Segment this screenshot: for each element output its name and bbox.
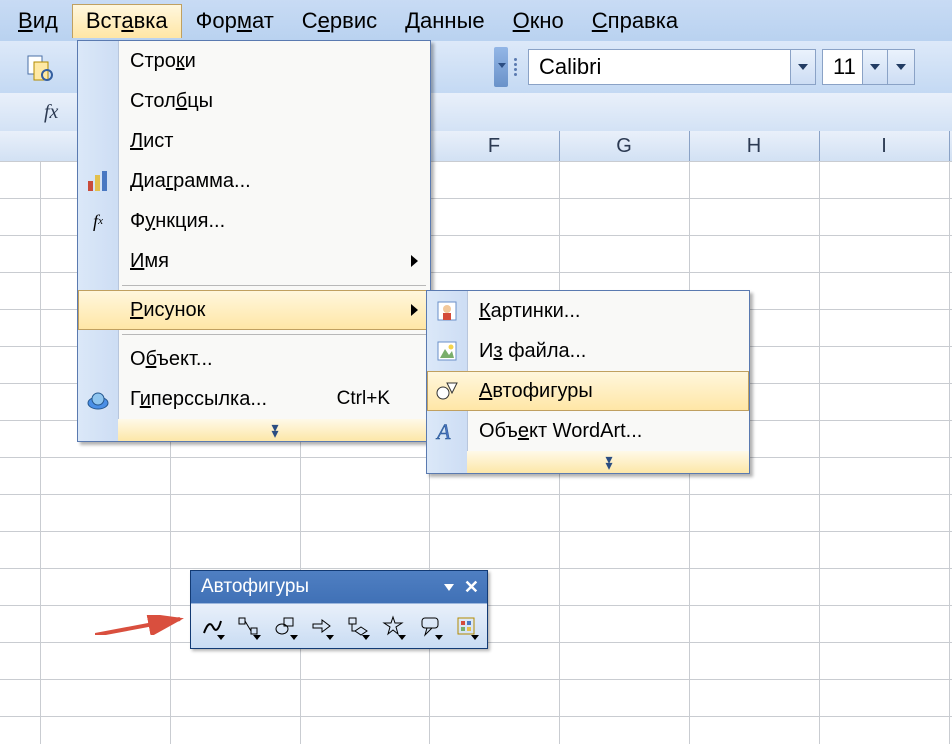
menuitem-picture-label: Рисунок	[130, 299, 205, 322]
menu-format-label: Формат	[196, 8, 274, 33]
autoshapes-more-button[interactable]	[451, 610, 481, 642]
menuitem-object-label: Объект...	[130, 348, 213, 371]
menu-window[interactable]: Окно	[499, 4, 578, 38]
submenu-from-file[interactable]: Из файла...	[427, 331, 749, 371]
menuitem-name-label: Имя	[130, 250, 169, 273]
insert-menu-dropdown: Строки Столбцы Лист Диаграмма... fx Функ…	[77, 40, 431, 442]
font-name-dropdown-icon[interactable]	[790, 50, 815, 84]
menuitem-function-label: Функция...	[130, 210, 225, 233]
picture-submenu: Картинки... Из файла... Автофигуры A Объ…	[426, 290, 750, 474]
menu-tools-label: Сервис	[302, 8, 377, 33]
image-file-icon	[431, 335, 463, 367]
function-icon: fx	[82, 205, 114, 237]
menuitem-sheet-label: Лист	[130, 130, 173, 153]
menuitem-hyperlink[interactable]: Гиперссылка... Ctrl+K	[78, 379, 430, 419]
autoshapes-stars-button[interactable]	[378, 610, 408, 642]
font-size-dropdown-icon[interactable]	[862, 50, 887, 84]
column-header-h[interactable]: H	[689, 131, 820, 161]
menuitem-chart-label: Диаграмма...	[130, 170, 251, 193]
menuitem-rows[interactable]: Строки	[78, 41, 430, 81]
menuitem-rows-label: Строки	[130, 50, 196, 73]
submenu-clipart-label: Картинки...	[479, 300, 580, 323]
menu-data-label: Данные	[405, 8, 485, 33]
submenu-autoshapes-label: Автофигуры	[479, 380, 593, 403]
chevron-down-double-icon: ▾▾	[605, 456, 610, 468]
menuitem-hyperlink-label: Гиперссылка...	[130, 388, 267, 411]
autoshapes-toolbar[interactable]: Автофигуры ✕	[190, 570, 488, 649]
toolbar-grip-icon[interactable]	[514, 58, 524, 76]
connectors-icon	[237, 615, 259, 637]
autoshapes-titlebar[interactable]: Автофигуры ✕	[191, 571, 487, 603]
chevron-down-double-icon: ▾▾	[271, 424, 276, 436]
menu-format[interactable]: Формат	[182, 4, 288, 38]
column-header-g[interactable]: G	[559, 131, 690, 161]
stars-icon	[382, 615, 404, 637]
callouts-icon	[419, 615, 441, 637]
font-name-value: Calibri	[539, 54, 601, 80]
menuitem-columns-label: Столбцы	[130, 90, 213, 113]
clipart-icon	[431, 295, 463, 327]
menu-help[interactable]: Справка	[578, 4, 692, 38]
lines-icon	[201, 615, 223, 637]
menu-insert[interactable]: Вставка	[72, 4, 182, 38]
wordart-icon: A	[431, 415, 463, 447]
autoshapes-basic-button[interactable]	[270, 610, 300, 642]
menuitem-picture[interactable]: Рисунок	[78, 290, 430, 330]
column-header-f[interactable]: F	[429, 131, 560, 161]
autoshapes-lines-button[interactable]	[197, 610, 227, 642]
menu-view-label: Вид	[18, 8, 58, 33]
font-size-combo[interactable]: 11	[822, 49, 888, 85]
menuitem-function[interactable]: fx Функция...	[78, 201, 430, 241]
autoshapes-body	[191, 603, 487, 648]
menu-bar: Вид Вставка Формат Сервис Данные Окно Сп…	[0, 0, 952, 42]
submenu-autoshapes[interactable]: Автофигуры	[427, 371, 749, 411]
menuitem-columns[interactable]: Столбцы	[78, 81, 430, 121]
toolbar-left-buttons	[0, 41, 77, 93]
autoshapes-icon	[431, 375, 463, 407]
menu-help-label: Справка	[592, 8, 678, 33]
menuitem-chart[interactable]: Диаграмма...	[78, 161, 430, 201]
autoshapes-flowchart-button[interactable]	[342, 610, 372, 642]
menuitem-hyperlink-shortcut: Ctrl+K	[337, 388, 390, 410]
chart-icon	[82, 165, 114, 197]
close-icon[interactable]: ✕	[464, 577, 479, 598]
toolbar-menu-icon[interactable]	[444, 584, 454, 591]
menu-insert-label: Вставка	[86, 8, 168, 33]
menuitem-sheet[interactable]: Лист	[78, 121, 430, 161]
submenu-expand-button[interactable]: ▾▾	[467, 451, 749, 473]
autoshapes-connectors-button[interactable]	[233, 610, 263, 642]
menu-expand-button[interactable]: ▾▾	[118, 419, 430, 441]
submenu-wordart[interactable]: A Объект WordArt...	[427, 411, 749, 451]
menu-view[interactable]: Вид	[4, 4, 72, 38]
toolbar-overflow-icon[interactable]	[494, 47, 508, 87]
hyperlink-icon	[82, 383, 114, 415]
submenu-wordart-label: Объект WordArt...	[479, 420, 642, 443]
font-name-combo[interactable]: Calibri	[528, 49, 816, 85]
submenu-from-file-label: Из файла...	[479, 340, 586, 363]
submenu-clipart[interactable]: Картинки...	[427, 291, 749, 331]
menu-tools[interactable]: Сервис	[288, 4, 391, 38]
autoshapes-callouts-button[interactable]	[415, 610, 445, 642]
find-replace-icon[interactable]	[25, 53, 53, 81]
font-size-value: 11	[833, 54, 856, 80]
submenu-arrow-icon	[411, 255, 418, 267]
svg-text:A: A	[435, 419, 451, 443]
menu-data[interactable]: Данные	[391, 4, 499, 38]
autoshapes-arrows-button[interactable]	[306, 610, 336, 642]
font-size-extra-dropdown-icon[interactable]	[888, 49, 915, 85]
column-header-i[interactable]: I	[819, 131, 950, 161]
menuitem-name[interactable]: Имя	[78, 241, 430, 281]
more-autoshapes-icon	[455, 615, 477, 637]
basic-shapes-icon	[274, 615, 296, 637]
block-arrows-icon	[310, 615, 332, 637]
fx-icon[interactable]: fx	[44, 101, 58, 124]
submenu-arrow-icon	[411, 304, 418, 316]
flowchart-icon	[346, 615, 368, 637]
menuitem-object[interactable]: Объект...	[78, 339, 430, 379]
menu-window-label: Окно	[513, 8, 564, 33]
autoshapes-title: Автофигуры	[201, 576, 309, 598]
